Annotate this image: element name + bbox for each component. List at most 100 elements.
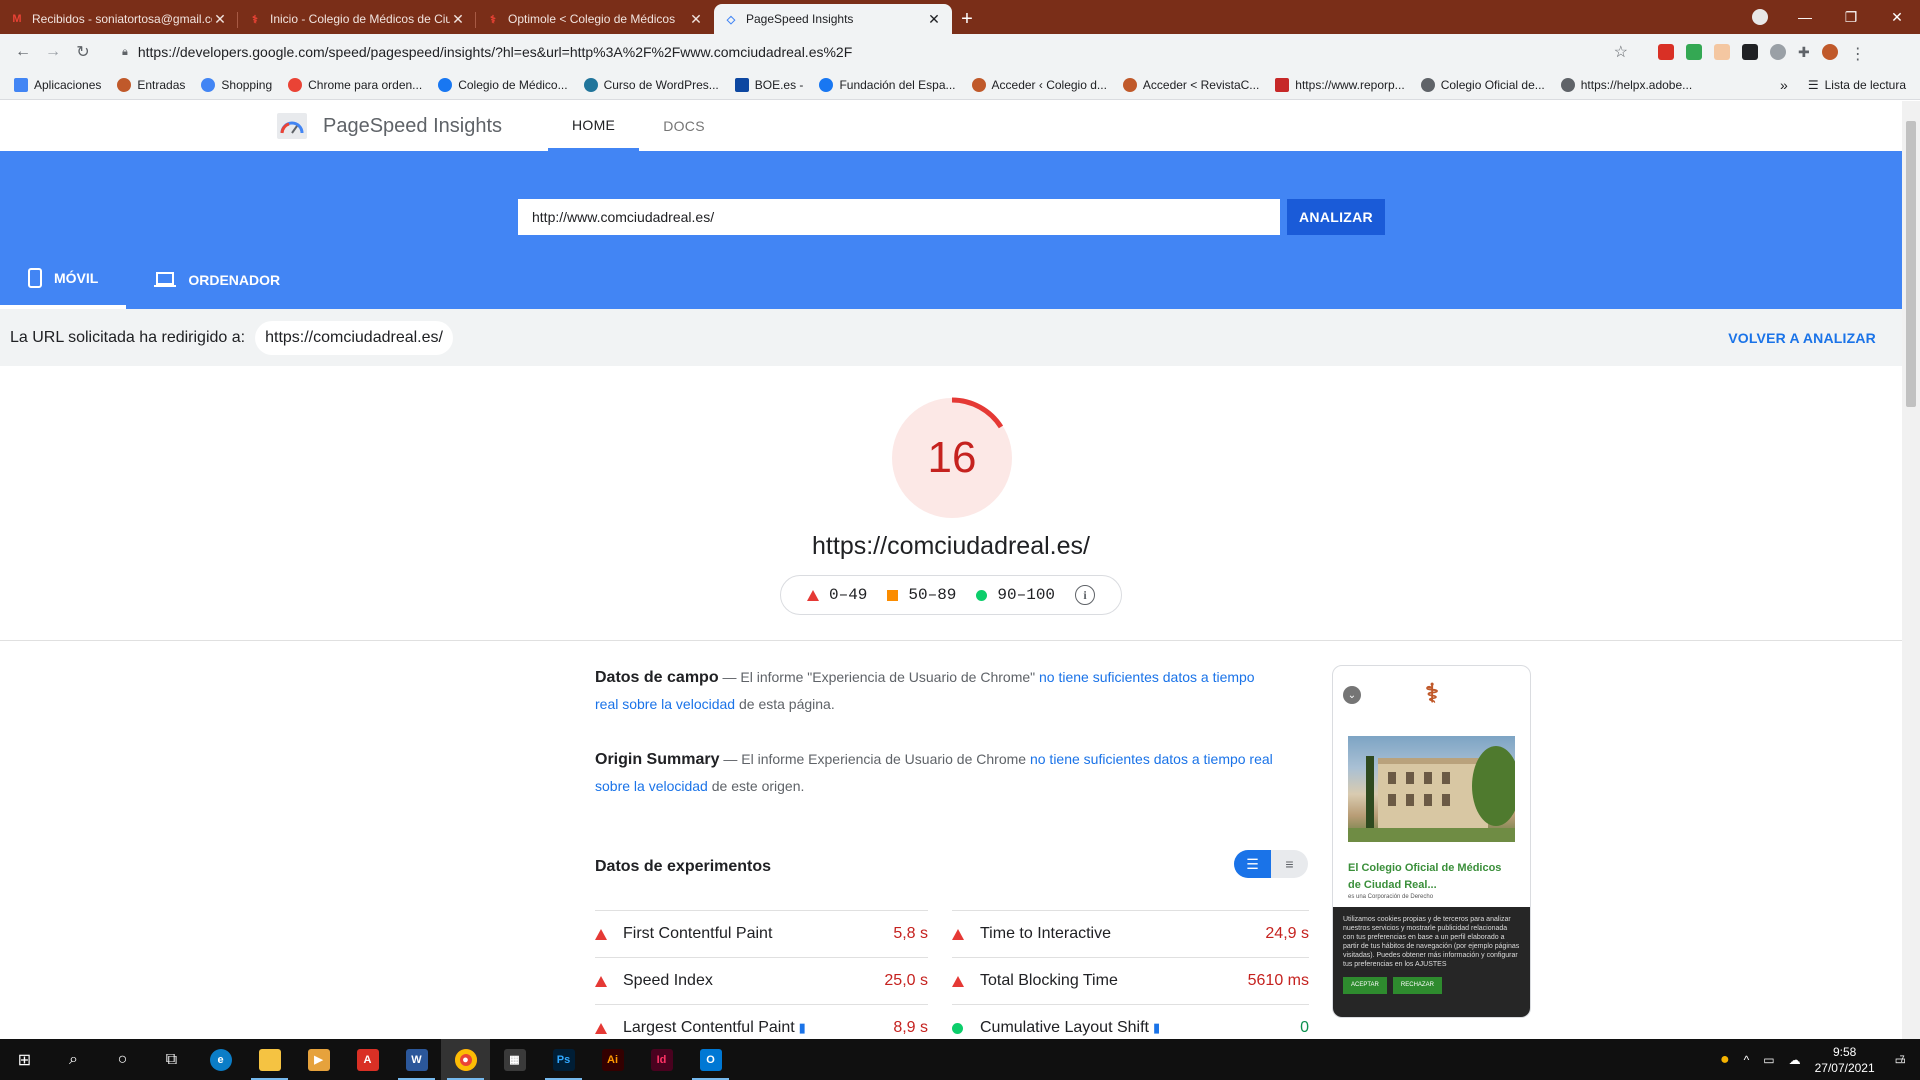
sun-icon[interactable]: ● xyxy=(1720,1051,1730,1069)
metric-tbt: Total Blocking Time 5610 ms xyxy=(952,957,1309,1004)
close-tab-icon[interactable]: ✕ xyxy=(926,11,942,28)
cortana-icon[interactable]: ○ xyxy=(98,1039,147,1080)
reading-list-button[interactable]: Lista de lectura xyxy=(1825,78,1906,92)
extension-icon[interactable] xyxy=(1742,44,1758,60)
acrobat-icon[interactable]: A xyxy=(343,1039,392,1080)
bookmarks-overflow-icon[interactable]: » xyxy=(1780,77,1788,93)
close-tab-icon[interactable]: ✕ xyxy=(450,11,466,28)
file-explorer-icon[interactable] xyxy=(245,1039,294,1080)
task-view-icon[interactable]: ⧉ xyxy=(147,1039,196,1080)
info-icon[interactable]: i xyxy=(1075,585,1096,605)
bookmark-item[interactable]: https://helpx.adobe... xyxy=(1560,77,1693,92)
acrobat-extension-icon[interactable] xyxy=(1658,44,1674,60)
bookmark-label: Fundación del Espa... xyxy=(839,77,956,92)
restore-button[interactable]: ❐ xyxy=(1828,9,1874,26)
extensions-area: ✚ ⋮ xyxy=(1658,44,1866,63)
photoshop-icon[interactable]: Ps xyxy=(539,1039,588,1080)
bookmark-label: https://helpx.adobe... xyxy=(1580,77,1693,92)
bookmark-item[interactable]: Aplicaciones xyxy=(14,77,101,92)
new-tab-button[interactable]: + xyxy=(952,4,982,34)
extension-icon[interactable] xyxy=(1686,44,1702,60)
nav-docs[interactable]: DOCS xyxy=(639,101,729,151)
bookmark-item[interactable]: Curso de WordPres... xyxy=(583,77,719,92)
indesign-icon[interactable]: Id xyxy=(637,1039,686,1080)
store-icon[interactable]: ▦ xyxy=(490,1039,539,1080)
clock[interactable]: 9:58 27/07/2021 xyxy=(1815,1044,1875,1076)
media-player-icon[interactable]: ▶ xyxy=(294,1039,343,1080)
bookmark-item[interactable]: Acceder < RevistaC... xyxy=(1122,77,1259,92)
back-icon[interactable]: ← xyxy=(8,43,38,61)
score-legend: 0–49 50–89 90–100 i xyxy=(780,575,1122,615)
search-icon[interactable]: ⌕ xyxy=(49,1039,98,1080)
chrome-icon[interactable]: ● xyxy=(441,1039,490,1080)
profile-icon[interactable] xyxy=(1752,9,1768,25)
forward-icon[interactable]: → xyxy=(38,43,68,61)
preview-subtitle: es una Corporación de Derecho xyxy=(1348,894,1434,900)
url-input[interactable] xyxy=(518,199,1280,235)
scrollbar-thumb[interactable] xyxy=(1906,121,1916,407)
cookie-buttons: ACEPTAR RECHAZAR xyxy=(1343,977,1520,994)
tab-desktop[interactable]: ORDENADOR xyxy=(126,251,308,309)
puzzle-icon[interactable]: ✚ xyxy=(1798,44,1810,60)
boe-icon xyxy=(734,77,749,92)
menu-dots-icon[interactable]: ⋮ xyxy=(1850,44,1866,63)
legend-average: 50–89 xyxy=(887,586,956,604)
laptop-icon xyxy=(154,272,177,287)
extension-icon[interactable] xyxy=(1714,44,1730,60)
browser-tab-inicio[interactable]: ⚕ Inicio - Colegio de Médicos de Ciudad … xyxy=(238,4,476,34)
browser-tab-optimole[interactable]: ⚕ Optimole < Colegio de Médicos ✕ xyxy=(476,4,714,34)
windows-start-icon[interactable]: ⊞ xyxy=(0,1039,49,1080)
cloud-icon[interactable]: ☁ xyxy=(1789,1053,1801,1067)
network-icon[interactable]: ▭ xyxy=(1763,1053,1774,1067)
address-bar[interactable]: 🔒︎ https://developers.google.com/speed/p… xyxy=(110,38,1640,66)
bookmark-item[interactable]: BOE.es - xyxy=(734,77,803,92)
building-illustration xyxy=(1348,746,1520,842)
close-tab-icon[interactable]: ✕ xyxy=(688,11,704,28)
metric-speed-index: Speed Index 25,0 s xyxy=(595,957,928,1004)
bookmark-item[interactable]: Acceder ‹ Colegio d... xyxy=(971,77,1107,92)
metric-name: Largest Contentful Paint ▮ xyxy=(623,1019,893,1037)
analyze-button[interactable]: ANALIZAR xyxy=(1287,199,1385,235)
tab-mobile[interactable]: MÓVIL xyxy=(0,251,127,309)
chevron-up-icon[interactable]: ^ xyxy=(1744,1053,1750,1067)
bookmark-item[interactable]: Colegio de Médico... xyxy=(438,77,568,92)
browser-tab-gmail[interactable]: M Recibidos - soniatortosa@gmail.com ✕ xyxy=(0,4,238,34)
close-tab-icon[interactable]: ✕ xyxy=(212,11,228,28)
reload-icon[interactable]: ↻ xyxy=(68,42,98,62)
address-url[interactable]: https://developers.google.com/speed/page… xyxy=(138,44,1614,60)
profile-avatar-icon[interactable] xyxy=(1821,44,1838,60)
nav-home[interactable]: HOME xyxy=(548,101,640,151)
comcr-icon: ⚕ xyxy=(252,13,258,26)
globe-icon xyxy=(1560,77,1575,92)
extension-icon[interactable] xyxy=(1770,44,1786,60)
bookmark-item[interactable]: https://www.reporp... xyxy=(1275,77,1405,92)
illustrator-icon[interactable]: Ai xyxy=(588,1039,637,1080)
triangle-icon xyxy=(595,975,623,987)
reading-list-icon: ☰ xyxy=(1807,78,1819,92)
bookmark-item[interactable]: Entradas xyxy=(117,77,185,92)
compact-view-icon[interactable]: ☰ xyxy=(1234,850,1271,878)
bookmark-item[interactable]: Chrome para orden... xyxy=(288,77,422,92)
outlook-icon[interactable]: O xyxy=(686,1039,735,1080)
tab-mobile-label: MÓVIL xyxy=(54,270,99,286)
metric-value: 0 xyxy=(1300,1019,1309,1036)
bookmark-star-icon[interactable]: ☆ xyxy=(1614,42,1628,62)
windows-taskbar: ⊞ ⌕ ○ ⧉ e ▶ A W ● ▦ Ps Ai Id O ● ^ ▭ ☁ 9… xyxy=(0,1039,1920,1080)
notifications-icon[interactable]: ▭ 7 xyxy=(1895,1053,1906,1067)
chevron-down-icon: ⌄ xyxy=(1343,686,1361,704)
word-icon[interactable]: W xyxy=(392,1039,441,1080)
bookmark-item[interactable]: Shopping xyxy=(201,77,272,92)
reanalyze-button[interactable]: VOLVER A ANALIZAR xyxy=(1728,330,1876,346)
expanded-view-icon[interactable]: ≡ xyxy=(1271,850,1308,878)
tab-title: Inicio - Colegio de Médicos de Ciudad Re… xyxy=(270,12,450,26)
bookmark-item[interactable]: Colegio Oficial de... xyxy=(1420,77,1545,92)
browser-tab-pagespeed[interactable]: ◇ PageSpeed Insights ✕ xyxy=(714,4,952,34)
view-toggle[interactable]: ☰ ≡ xyxy=(1234,850,1308,878)
minimize-button[interactable]: — xyxy=(1782,9,1828,25)
legend-average-label: 50–89 xyxy=(908,586,957,604)
metric-value: 24,9 s xyxy=(1265,925,1309,942)
page-scrollbar[interactable] xyxy=(1902,101,1920,1039)
edge-icon[interactable]: e xyxy=(196,1039,245,1080)
bookmark-item[interactable]: Fundación del Espa... xyxy=(819,77,956,92)
close-window-button[interactable]: ✕ xyxy=(1874,9,1920,26)
